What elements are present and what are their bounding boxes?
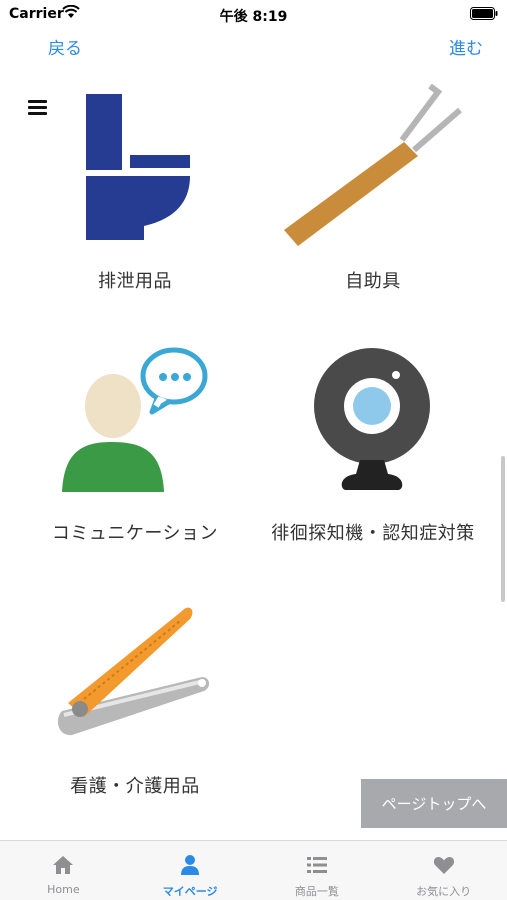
tab-mypage[interactable]: マイページ [127,841,254,900]
toilet-icon [86,94,190,240]
category-label: 看護・介護用品 [70,776,200,797]
communication-icon [62,347,208,492]
tab-home[interactable]: Home [0,841,127,900]
tab-products[interactable]: 商品一覧 [254,841,381,900]
menu-icon[interactable] [28,100,48,116]
webcam-icon [314,348,430,490]
scroll-indicator[interactable] [501,456,505,602]
category-label: 徘徊探知機・認知症対策 [271,523,475,544]
tab-favorites[interactable]: お気に入り [380,841,507,900]
status-bar: Carrier 午後 8:19 [0,0,507,28]
home-icon [53,856,74,874]
person-icon [181,855,200,875]
nail-clipper-icon [57,607,210,736]
tab-label: マイページ [162,885,218,898]
category-label: コミュニケーション [51,523,219,544]
heart-icon [433,857,454,874]
tab-label: 商品一覧 [294,885,339,898]
page-top-button[interactable]: ページトップへ [361,779,507,828]
category-label: 自助具 [345,271,401,292]
tab-label: お気に入り [416,885,472,898]
forward-button[interactable]: 進む [449,34,483,59]
tab-label: Home [47,883,80,896]
battery-icon [470,7,498,20]
category-label: 排泄用品 [98,271,172,292]
list-icon [306,857,327,873]
tab-bar: Home マイページ 商品一覧 お気に入り [0,840,507,900]
reacher-tool-icon [284,84,462,246]
back-button[interactable]: 戻る [48,34,82,59]
status-time: 午後 8:19 [219,9,288,25]
